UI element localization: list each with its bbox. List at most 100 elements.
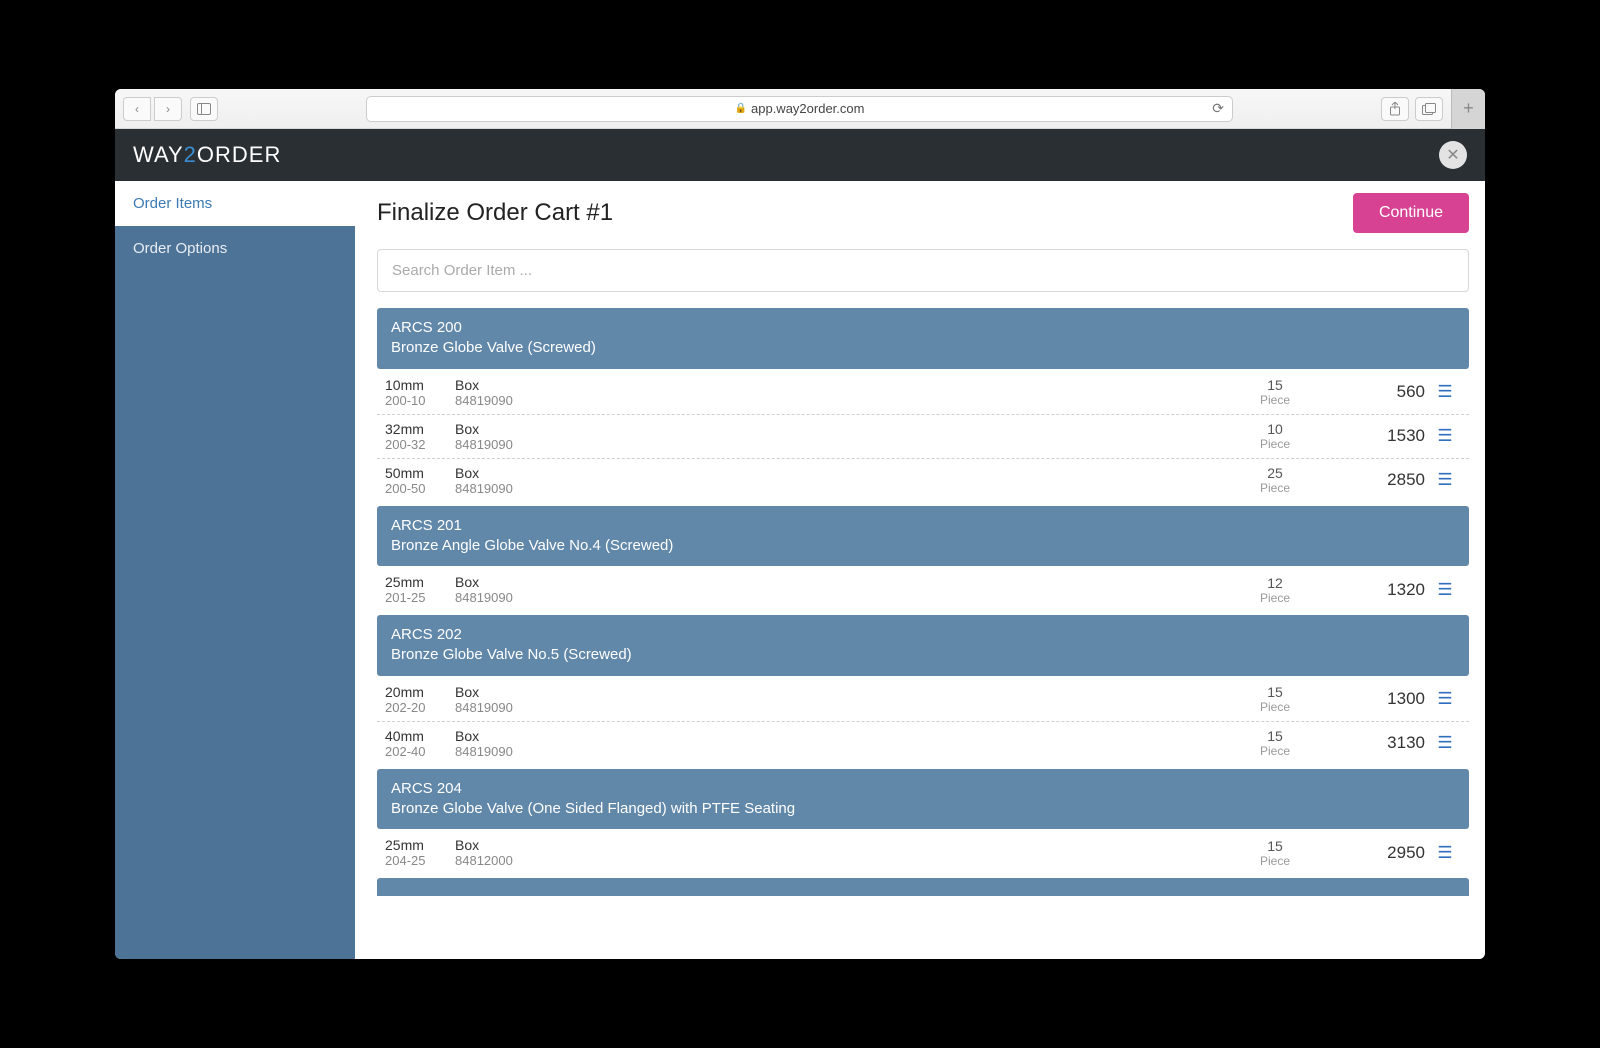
product-group: ARCS 200Bronze Globe Valve (Screwed) 10mm… — [377, 308, 1469, 502]
item-pack: Box — [455, 728, 565, 744]
product-group: ARCS 204Bronze Globe Valve (One Sided Fl… — [377, 769, 1469, 875]
group-description: Bronze Globe Valve (Screwed) — [391, 338, 1455, 358]
group-code: ARCS 200 — [391, 318, 1455, 338]
qty-value: 10 — [1267, 421, 1283, 437]
row-menu-button[interactable]: ☰ — [1425, 580, 1465, 600]
item-qty: 10Piece — [1235, 421, 1315, 451]
menu-icon: ☰ — [1437, 470, 1452, 489]
item-price: 1300 — [1315, 689, 1425, 709]
row-info: 10mm200-10 Box84819090 — [381, 377, 1235, 408]
table-row[interactable]: 40mm202-40Box8481909015Piece3130☰ — [377, 722, 1469, 765]
item-price: 560 — [1315, 382, 1425, 402]
group-code: ARCS 204 — [391, 779, 1455, 799]
qty-unit: Piece — [1235, 591, 1315, 605]
group-description: Bronze Angle Globe Valve No.4 (Screwed) — [391, 536, 1455, 556]
item-qty: 15Piece — [1235, 377, 1315, 407]
brand-part1: WAY — [133, 142, 184, 167]
item-size: 40mm — [385, 728, 445, 744]
item-hs: 84812000 — [455, 853, 565, 868]
group-header: ARCS 204Bronze Globe Valve (One Sided Fl… — [377, 769, 1469, 830]
app-body: Order ItemsOrder Options Finalize Order … — [115, 181, 1485, 959]
back-button[interactable]: ‹ — [123, 97, 151, 121]
share-button[interactable] — [1381, 97, 1409, 121]
qty-value: 25 — [1267, 465, 1283, 481]
qty-value: 15 — [1267, 838, 1283, 854]
table-row[interactable]: 20mm202-20Box8481909015Piece1300 ☰ — [377, 678, 1469, 722]
menu-icon: ☰ — [1437, 733, 1452, 752]
item-hs: 84819090 — [455, 481, 565, 496]
item-sku: 204-25 — [385, 853, 445, 868]
qty-unit: Piece — [1235, 481, 1315, 495]
table-row[interactable]: 50mm200-50Box8481909025Piece2850☰ — [377, 459, 1469, 502]
item-qty: 15Piece — [1235, 728, 1315, 758]
product-group: ARCS 202Bronze Globe Valve No.5 (Screwed… — [377, 615, 1469, 765]
brand-part2: 2 — [184, 142, 197, 167]
qty-unit: Piece — [1235, 854, 1315, 868]
qty-value: 15 — [1267, 377, 1283, 393]
row-menu-button[interactable]: ☰ — [1425, 843, 1465, 863]
group-header: ARCS 202Bronze Globe Valve No.5 (Screwed… — [377, 615, 1469, 676]
main-panel: Finalize Order Cart #1 Continue ARCS 200… — [355, 181, 1485, 959]
qty-value: 12 — [1267, 575, 1283, 591]
row-info: 25mm204-25Box84812000 — [381, 837, 1235, 868]
tabs-button[interactable] — [1415, 97, 1443, 121]
row-info: 25mm201-25Box84819090 — [381, 574, 1235, 605]
browser-toolbar: ‹ › 🔒 app.way2order.com ⟳ + — [115, 89, 1485, 129]
table-row[interactable]: 25mm204-25Box8481200015Piece2950☰ — [377, 831, 1469, 874]
sidebar-toggle-button[interactable] — [190, 97, 218, 121]
item-qty: 15Piece — [1235, 684, 1315, 714]
product-group: ARCS 201Bronze Angle Globe Valve No.4 (S… — [377, 506, 1469, 612]
qty-unit: Piece — [1235, 393, 1315, 407]
item-hs: 84819090 — [455, 393, 565, 408]
sidebar-icon — [197, 103, 211, 115]
forward-button[interactable]: › — [154, 97, 182, 121]
menu-icon: ☰ — [1437, 689, 1452, 708]
row-menu-button[interactable]: ☰ — [1425, 382, 1465, 402]
group-header: ARCS 200Bronze Globe Valve (Screwed) — [377, 308, 1469, 369]
table-row[interactable]: 10mm200-10 Box84819090 15Piece560☰ — [377, 371, 1469, 415]
item-hs: 84819090 — [455, 700, 565, 715]
table-row[interactable]: 25mm201-25Box8481909012Piece1320☰ — [377, 568, 1469, 611]
reload-icon[interactable]: ⟳ — [1212, 100, 1224, 117]
row-info: 40mm202-40 Box84819090 — [381, 728, 1235, 759]
sidebar-item-order-options[interactable]: Order Options — [115, 226, 355, 271]
item-pack: Box — [455, 377, 565, 393]
qty-value: 15 — [1267, 728, 1283, 744]
row-info: 50mm200-50Box84819090 — [381, 465, 1235, 496]
item-price: 1530 — [1315, 426, 1425, 446]
row-info: 20mm202-20Box84819090 — [381, 684, 1235, 715]
continue-button[interactable]: Continue — [1353, 193, 1469, 233]
row-menu-button[interactable]: ☰ — [1425, 733, 1465, 753]
sidebar-item-order-items[interactable]: Order Items — [115, 181, 355, 226]
group-description: Bronze Globe Valve No.5 (Screwed) — [391, 645, 1455, 665]
item-size: 25mm — [385, 837, 445, 853]
lock-icon: 🔒 — [735, 103, 747, 114]
row-menu-button[interactable]: ☰ — [1425, 689, 1465, 709]
address-bar[interactable]: 🔒 app.way2order.com ⟳ — [366, 96, 1233, 122]
brand-logo: WAY2ORDER — [133, 142, 281, 168]
group-header-partial — [377, 878, 1469, 896]
search-input[interactable] — [377, 249, 1469, 292]
row-menu-button[interactable]: ☰ — [1425, 470, 1465, 490]
browser-window: ‹ › 🔒 app.way2order.com ⟳ + WAY2ORDER ✕ — [115, 89, 1485, 959]
close-button[interactable]: ✕ — [1439, 141, 1467, 169]
item-size: 20mm — [385, 684, 445, 700]
item-qty: 15Piece — [1235, 838, 1315, 868]
app-header: WAY2ORDER ✕ — [115, 129, 1485, 181]
sidebar: Order ItemsOrder Options — [115, 181, 355, 959]
new-tab-button[interactable]: + — [1451, 89, 1485, 129]
table-row[interactable]: 32mm200-32Box8481909010Piece1530☰ — [377, 415, 1469, 459]
item-sku: 202-40 — [385, 744, 445, 759]
main-header: Finalize Order Cart #1 Continue — [377, 193, 1469, 233]
item-pack: Box — [455, 574, 565, 590]
group-header: ARCS 201Bronze Angle Globe Valve No.4 (S… — [377, 506, 1469, 567]
item-size: 10mm — [385, 377, 445, 393]
item-sku: 202-20 — [385, 700, 445, 715]
item-hs: 84819090 — [455, 744, 565, 759]
share-icon — [1389, 102, 1401, 116]
item-hs: 84819090 — [455, 437, 565, 452]
row-menu-button[interactable]: ☰ — [1425, 426, 1465, 446]
row-info: 32mm200-32Box84819090 — [381, 421, 1235, 452]
close-icon: ✕ — [1446, 145, 1459, 165]
item-sku: 200-10 — [385, 393, 445, 408]
